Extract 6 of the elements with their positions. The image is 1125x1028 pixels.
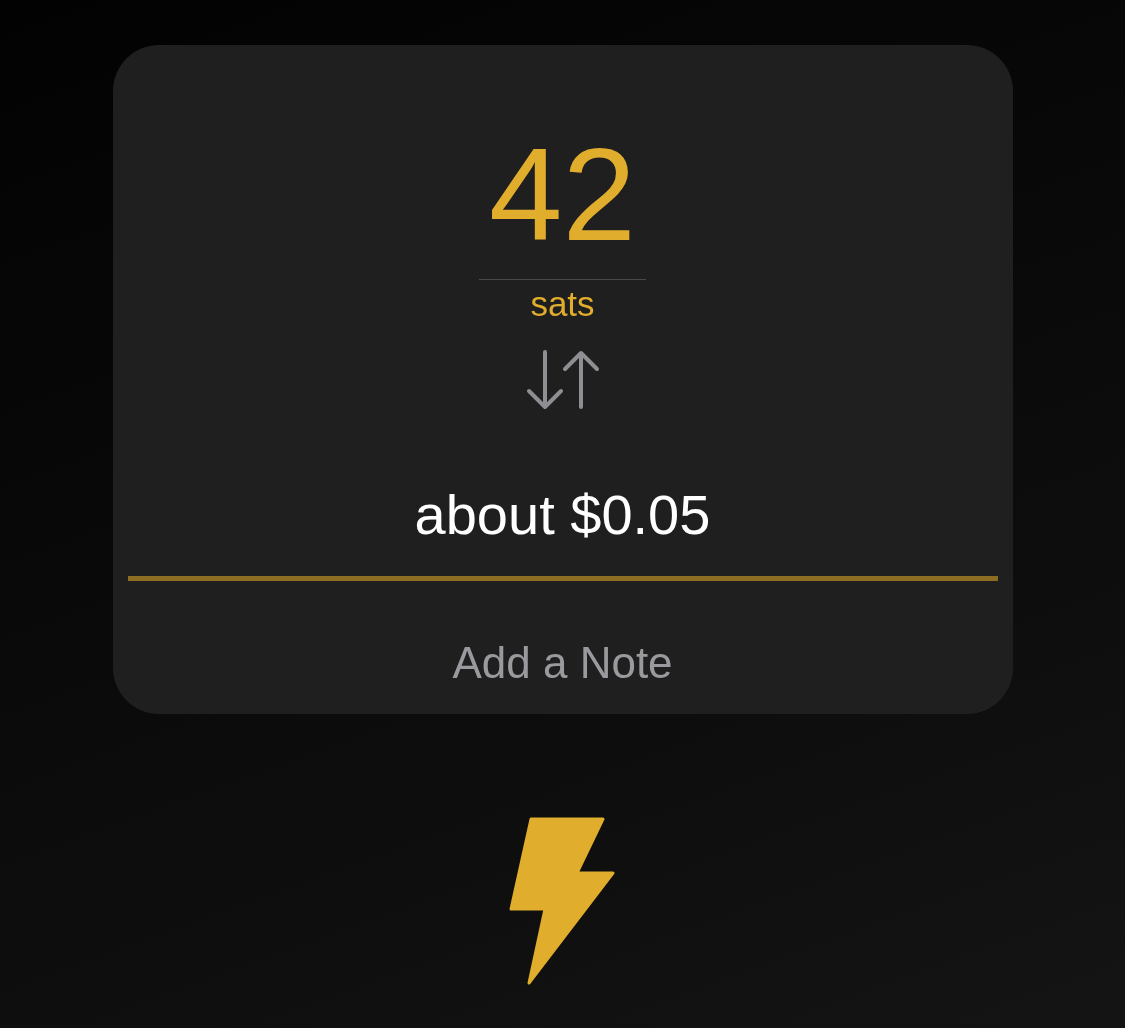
swap-icon[interactable] — [524, 350, 601, 410]
unit-label[interactable]: sats — [530, 282, 595, 326]
fiat-amount: about $0.05 — [414, 482, 711, 548]
note-field[interactable]: Add a Note — [260, 635, 865, 691]
amount-value: 42 — [489, 127, 636, 263]
lightning-bolt-icon[interactable] — [508, 817, 617, 985]
